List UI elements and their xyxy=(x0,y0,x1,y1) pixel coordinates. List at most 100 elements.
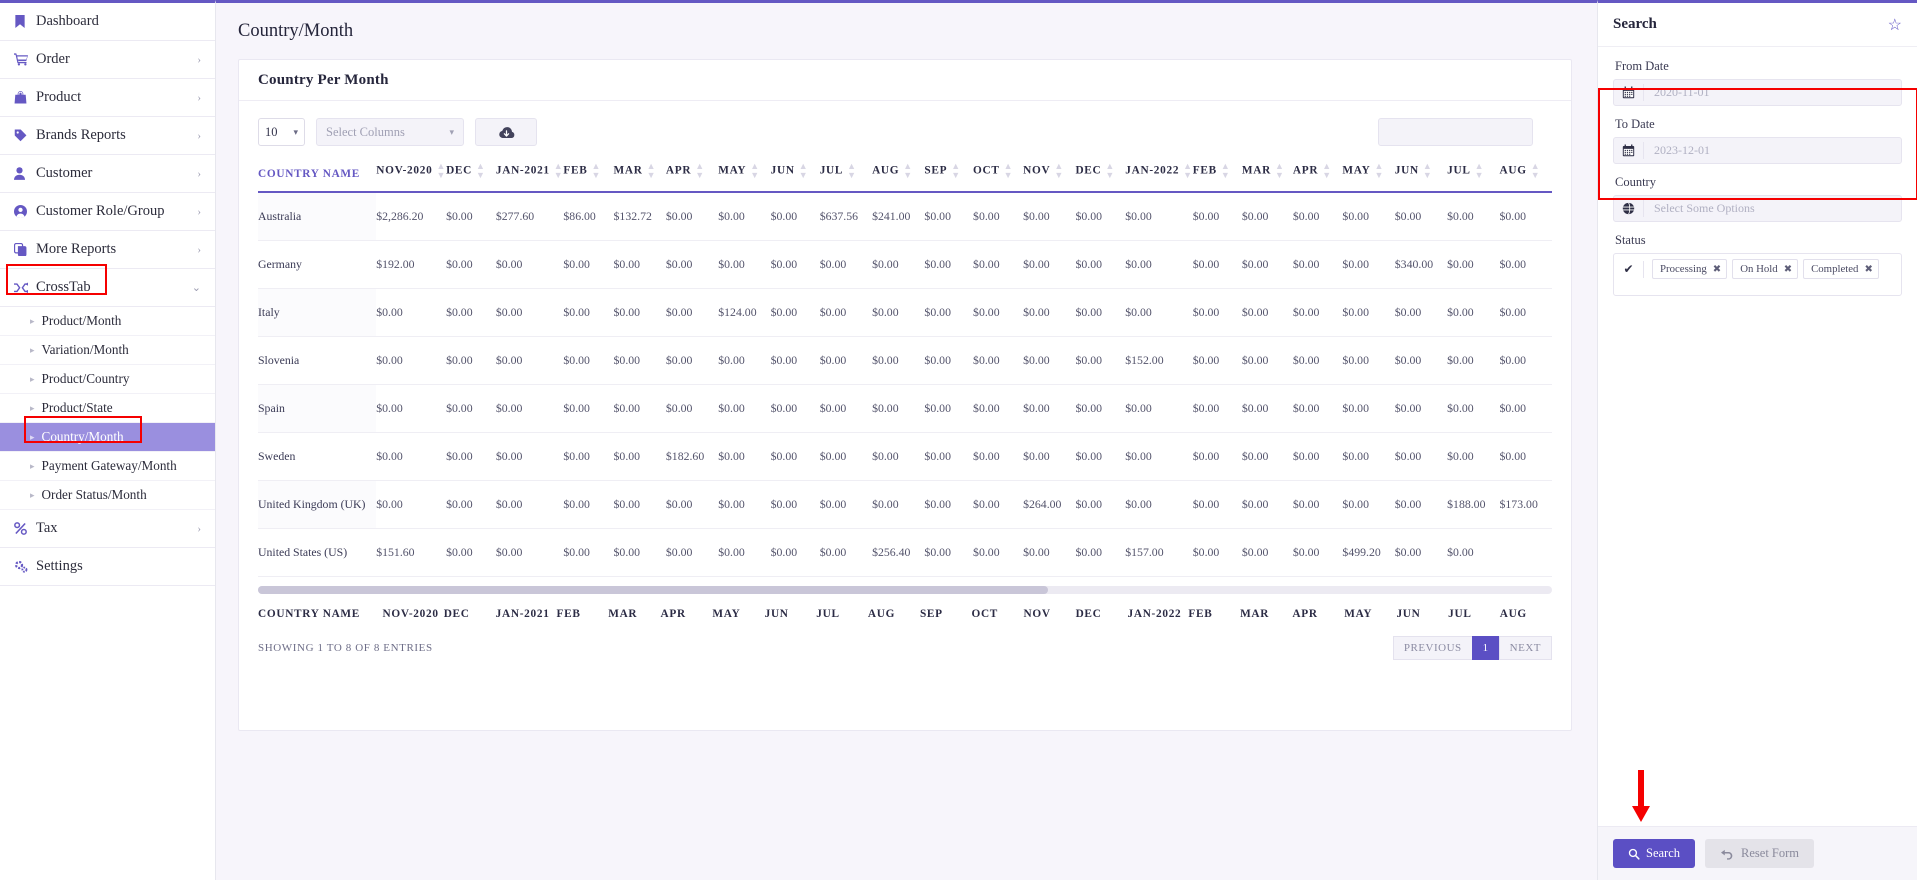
table-header-aug[interactable]: AUG ▲ ▼ xyxy=(1499,162,1552,193)
table-cell-amount: $0.00 xyxy=(973,384,1024,433)
sort-icon[interactable]: ▲ ▼ xyxy=(436,162,446,180)
sort-icon[interactable]: ▲ ▼ xyxy=(1475,162,1485,180)
table-header-nov-2020[interactable]: NOV-2020 ▲ ▼ xyxy=(376,162,447,193)
sort-icon[interactable]: ▲ ▼ xyxy=(750,162,760,180)
sidebar-subitem-product-month[interactable]: ▸ Product/Month xyxy=(0,307,215,336)
sidebar-item-tax[interactable]: Tax › xyxy=(0,510,215,548)
remove-chip-icon[interactable]: ✖ xyxy=(1864,264,1872,275)
table-header-label: SEP xyxy=(924,164,948,177)
sort-icon[interactable]: ▲ ▼ xyxy=(1531,162,1541,180)
sidebar-subitem-order-status-month[interactable]: ▸ Order Status/Month xyxy=(0,481,215,510)
table-footer-may: MAY xyxy=(1344,607,1373,620)
table-cell-amount: $0.00 xyxy=(495,528,564,577)
sidebar-subitem-country-month[interactable]: ▸ Country/Month xyxy=(0,423,215,452)
sort-icon[interactable]: ▲ ▼ xyxy=(695,162,705,180)
card-body: 10 ▾ Select Columns ▾ COUNTRY NAME NOV-2… xyxy=(239,101,1571,730)
table-cell-amount: $0.00 xyxy=(1023,240,1076,289)
table-header-mar[interactable]: MAR ▲ ▼ xyxy=(613,162,666,193)
sidebar-subitem-product-country[interactable]: ▸ Product/Country xyxy=(0,365,215,394)
reset-form-button[interactable]: Reset Form xyxy=(1705,839,1814,868)
table-header-country-name[interactable]: COUNTRY NAME xyxy=(258,162,377,193)
table-row: United Kingdom (UK) $0.00 $0.00 $0.00 $0.00 $… xyxy=(258,480,1552,529)
table-cell-amount: $0.00 xyxy=(1125,432,1193,481)
table-header-nov[interactable]: NOV ▲ ▼ xyxy=(1023,162,1076,193)
sort-icon[interactable]: ▲ ▼ xyxy=(591,162,601,180)
sidebar-subitem-payment-gateway-month[interactable]: ▸ Payment Gateway/Month xyxy=(0,452,215,481)
sidebar-item-label: Dashboard xyxy=(36,13,99,29)
table-header-jul[interactable]: JUL ▲ ▼ xyxy=(1447,162,1500,193)
status-chip[interactable]: On Hold ✖ xyxy=(1732,259,1799,279)
sidebar-subitem-product-state[interactable]: ▸ Product/State xyxy=(0,394,215,423)
sort-icon[interactable]: ▲ ▼ xyxy=(951,162,961,180)
sort-icon[interactable]: ▲ ▼ xyxy=(554,162,564,180)
sort-icon[interactable]: ▲ ▼ xyxy=(1221,162,1231,180)
sort-icon[interactable]: ▲ ▼ xyxy=(1374,162,1384,180)
table-search-input[interactable] xyxy=(1378,118,1533,146)
table-header-jun[interactable]: JUN ▲ ▼ xyxy=(1394,162,1448,193)
sort-icon[interactable]: ▲ ▼ xyxy=(1322,162,1332,180)
remove-chip-icon[interactable]: ✖ xyxy=(1713,264,1721,275)
table-header-jan-2021[interactable]: JAN-2021 ▲ ▼ xyxy=(495,162,564,193)
remove-chip-icon[interactable]: ✖ xyxy=(1784,264,1792,275)
pagination-page-1[interactable]: 1 xyxy=(1471,635,1499,660)
pagination-next[interactable]: NEXT xyxy=(1498,635,1552,660)
country-select-field[interactable]: Select Some Options xyxy=(1613,195,1902,222)
table-cell-amount: $0.00 xyxy=(924,288,974,337)
sort-icon[interactable]: ▲ ▼ xyxy=(476,162,486,180)
table-cell-amount: $0.00 xyxy=(973,288,1024,337)
table-header-jun[interactable]: JUN ▲ ▼ xyxy=(770,162,820,193)
sidebar-item-brands-reports[interactable]: Brands Reports › xyxy=(0,117,215,155)
sidebar-item-settings[interactable]: Settings xyxy=(0,548,215,586)
sidebar-item-customer-role-group[interactable]: Customer Role/Group › xyxy=(0,193,215,231)
table-header-dec[interactable]: DEC ▲ ▼ xyxy=(446,162,496,193)
table-footer-nov: NOV xyxy=(1023,607,1051,620)
table-header-apr[interactable]: APR ▲ ▼ xyxy=(1292,162,1343,193)
table-cell-amount: $0.00 xyxy=(1192,528,1242,577)
table-header-mar[interactable]: MAR ▲ ▼ xyxy=(1241,162,1293,193)
sort-icon[interactable]: ▲ ▼ xyxy=(647,162,657,180)
table-header-jul[interactable]: JUL ▲ ▼ xyxy=(819,162,873,193)
table-header-may[interactable]: MAY ▲ ▼ xyxy=(1342,162,1395,193)
sidebar-item-order[interactable]: Order › xyxy=(0,41,215,79)
table-header-feb[interactable]: FEB ▲ ▼ xyxy=(1192,162,1242,193)
sidebar-item-crosstab[interactable]: CrossTab ⌄ xyxy=(0,269,215,307)
download-button[interactable] xyxy=(475,118,537,146)
table-header-sep[interactable]: SEP ▲ ▼ xyxy=(924,162,974,193)
sort-icon[interactable]: ▲ ▼ xyxy=(1183,162,1193,180)
sort-icon[interactable]: ▲ ▼ xyxy=(1004,162,1014,180)
sidebar-item-dashboard[interactable]: Dashboard xyxy=(0,3,215,41)
status-chip[interactable]: Processing ✖ xyxy=(1652,259,1728,279)
table-header-may[interactable]: MAY ▲ ▼ xyxy=(718,162,771,193)
sort-icon[interactable]: ▲ ▼ xyxy=(799,162,809,180)
pagination-previous[interactable]: PREVIOUS xyxy=(1392,635,1472,660)
sort-icon[interactable]: ▲ ▼ xyxy=(1105,162,1115,180)
table-header-feb[interactable]: FEB ▲ ▼ xyxy=(563,162,614,193)
status-chip[interactable]: Completed ✖ xyxy=(1803,259,1879,279)
table-header-jan-2022[interactable]: JAN-2022 ▲ ▼ xyxy=(1125,162,1193,193)
sort-icon[interactable]: ▲ ▼ xyxy=(903,162,913,180)
sidebar-item-more-reports[interactable]: More Reports › xyxy=(0,231,215,269)
table-cell-country: Australia xyxy=(258,192,377,241)
table-header-dec[interactable]: DEC ▲ ▼ xyxy=(1075,162,1126,193)
status-multiselect[interactable]: ✔ Processing ✖ On Hold ✖ Completed ✖ xyxy=(1613,253,1902,296)
table-header-aug[interactable]: AUG ▲ ▼ xyxy=(872,162,925,193)
sidebar-subitem-variation-month[interactable]: ▸ Variation/Month xyxy=(0,336,215,365)
table-cell-amount: $0.00 xyxy=(1447,432,1500,481)
star-outline-icon[interactable]: ☆ xyxy=(1888,15,1902,35)
sidebar-item-product[interactable]: Product › xyxy=(0,79,215,117)
table-header-oct[interactable]: OCT ▲ ▼ xyxy=(973,162,1024,193)
to-date-field[interactable]: 2023-12-01 xyxy=(1613,137,1902,164)
search-button[interactable]: Search xyxy=(1613,839,1696,868)
sort-icon[interactable]: ▲ ▼ xyxy=(1054,162,1064,180)
sort-icon[interactable]: ▲ ▼ xyxy=(1423,162,1433,180)
sort-icon[interactable]: ▲ ▼ xyxy=(847,162,857,180)
sidebar-item-customer[interactable]: Customer › xyxy=(0,155,215,193)
table-header-apr[interactable]: APR ▲ ▼ xyxy=(665,162,719,193)
select-columns-dropdown[interactable]: Select Columns ▾ xyxy=(316,118,464,146)
scrollbar-thumb[interactable] xyxy=(258,585,1048,594)
from-date-field[interactable]: 2020-11-01 xyxy=(1613,79,1902,106)
sort-icon[interactable]: ▲ ▼ xyxy=(1275,162,1285,180)
table-cell-country: United States (US) xyxy=(258,528,377,577)
page-length-select[interactable]: 10 ▾ xyxy=(258,118,305,146)
horizontal-scrollbar[interactable] xyxy=(258,585,1552,594)
